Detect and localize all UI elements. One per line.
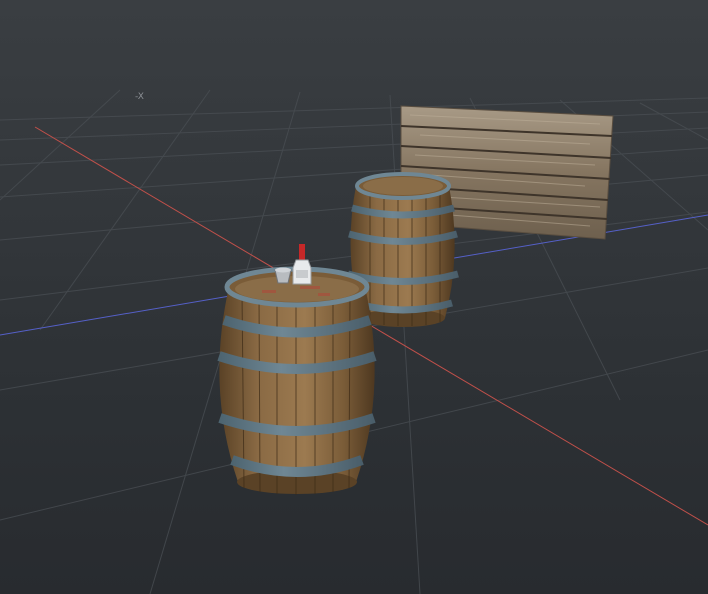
cup[interactable] [274,267,292,284]
viewport-scene[interactable] [0,0,708,594]
3d-viewport[interactable]: -X [0,0,708,594]
negative-x-axis-label: -X [135,92,144,102]
barrel-front[interactable] [217,266,377,495]
bottle[interactable] [292,244,312,285]
